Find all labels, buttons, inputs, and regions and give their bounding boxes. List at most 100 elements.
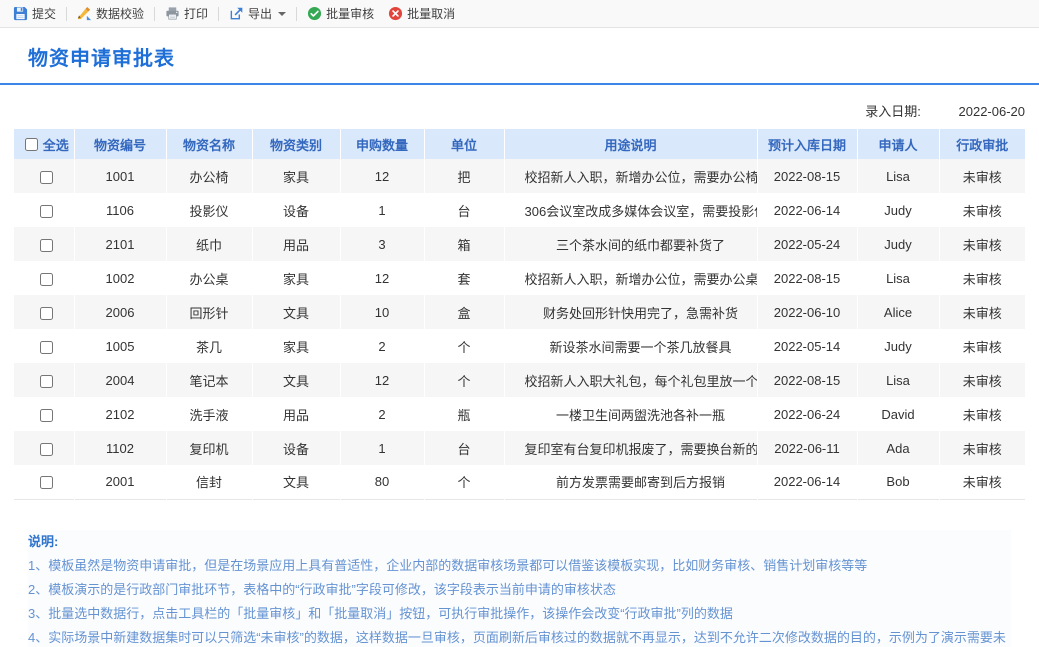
select-all-checkbox[interactable] <box>25 138 38 151</box>
header-status: 行政审批 <box>939 129 1025 159</box>
cell-applicant: Lisa <box>857 261 939 295</box>
cell-material-name: 回形针 <box>166 295 252 329</box>
cell-category: 文具 <box>252 363 340 397</box>
note-item: 2、模板演示的是行政部门审批环节，表格中的“行政审批”字段可修改，该字段表示当前… <box>28 578 1011 602</box>
cell-applicant: Judy <box>857 227 939 261</box>
cell-status[interactable]: 未审核 <box>939 363 1025 397</box>
row-checkbox[interactable] <box>40 171 53 184</box>
row-select-cell <box>14 431 74 465</box>
cell-category: 家具 <box>252 329 340 363</box>
cell-unit: 盒 <box>424 295 504 329</box>
cell-expected-date: 2022-06-24 <box>757 397 857 431</box>
print-button[interactable]: 打印 <box>158 2 215 25</box>
cell-status[interactable]: 未审核 <box>939 227 1025 261</box>
note-item: 3、批量选中数据行，点击工具栏的「批量审核」和「批量取消」按钮，可执行审批操作，… <box>28 602 1011 626</box>
cell-category: 用品 <box>252 397 340 431</box>
table-row: 1001 办公椅 家具 12 把 校招新人入职，新增办公位，需要办公椅 2022… <box>14 159 1025 193</box>
printer-icon <box>165 6 180 21</box>
check-circle-icon <box>307 6 322 21</box>
cell-qty: 12 <box>340 261 424 295</box>
validate-button[interactable]: 数据校验 <box>70 2 151 25</box>
cell-purpose: 复印室有台复印机报废了，需要换台新的 <box>504 431 757 465</box>
cell-unit: 台 <box>424 193 504 227</box>
cell-material-name: 信封 <box>166 465 252 499</box>
table-row: 1102 复印机 设备 1 台 复印室有台复印机报废了，需要换台新的 2022-… <box>14 431 1025 465</box>
cell-expected-date: 2022-06-14 <box>757 193 857 227</box>
entry-date-label: 录入日期: <box>865 104 921 119</box>
note-item: 4、实际场景中新建数据集时可以只筛选“未审核”的数据，这样数据一旦审核，页面刷新… <box>28 626 1011 647</box>
entry-date-row: 录入日期: 2022-06-20 <box>14 101 1025 119</box>
row-checkbox[interactable] <box>40 273 53 286</box>
validate-label: 数据校验 <box>96 5 144 22</box>
toolbar-separator <box>154 7 155 21</box>
content: 录入日期: 2022-06-20 全选 物资编号 物资名称 物资 <box>0 101 1039 647</box>
export-label: 导出 <box>248 5 272 22</box>
cell-unit: 台 <box>424 431 504 465</box>
cell-purpose: 306会议室改成多媒体会议室，需要投影仪 <box>504 193 757 227</box>
cell-unit: 个 <box>424 363 504 397</box>
cell-unit: 个 <box>424 329 504 363</box>
cell-material-id: 2006 <box>74 295 166 329</box>
cell-qty: 2 <box>340 329 424 363</box>
cell-category: 文具 <box>252 465 340 499</box>
row-checkbox[interactable] <box>40 443 53 456</box>
cell-expected-date: 2022-05-14 <box>757 329 857 363</box>
cell-qty: 12 <box>340 363 424 397</box>
row-checkbox[interactable] <box>40 375 53 388</box>
row-select-cell <box>14 193 74 227</box>
submit-button[interactable]: 提交 <box>6 2 63 25</box>
cell-expected-date: 2022-08-15 <box>757 159 857 193</box>
table-row: 1002 办公桌 家具 12 套 校招新人入职，新增办公位，需要办公桌 2022… <box>14 261 1025 295</box>
row-checkbox[interactable] <box>40 307 53 320</box>
table-row: 1106 投影仪 设备 1 台 306会议室改成多媒体会议室，需要投影仪 202… <box>14 193 1025 227</box>
header-purpose: 用途说明 <box>504 129 757 159</box>
batch-approve-button[interactable]: 批量审核 <box>300 2 381 25</box>
row-checkbox[interactable] <box>40 341 53 354</box>
cell-applicant: Lisa <box>857 159 939 193</box>
header-material-name: 物资名称 <box>166 129 252 159</box>
cell-status[interactable]: 未审核 <box>939 431 1025 465</box>
cell-status[interactable]: 未审核 <box>939 329 1025 363</box>
cell-purpose: 三个茶水间的纸巾都要补货了 <box>504 227 757 261</box>
cell-unit: 箱 <box>424 227 504 261</box>
cell-applicant: Alice <box>857 295 939 329</box>
cell-status[interactable]: 未审核 <box>939 295 1025 329</box>
header-qty: 申购数量 <box>340 129 424 159</box>
cell-status[interactable]: 未审核 <box>939 159 1025 193</box>
cell-material-name: 笔记本 <box>166 363 252 397</box>
cell-status[interactable]: 未审核 <box>939 397 1025 431</box>
cell-applicant: Judy <box>857 193 939 227</box>
cell-material-name: 纸巾 <box>166 227 252 261</box>
header-applicant: 申请人 <box>857 129 939 159</box>
cell-material-id: 2004 <box>74 363 166 397</box>
cell-status[interactable]: 未审核 <box>939 193 1025 227</box>
row-checkbox[interactable] <box>40 409 53 422</box>
cell-status[interactable]: 未审核 <box>939 465 1025 499</box>
table-header: 全选 物资编号 物资名称 物资类别 申购数量 单位 用途说明 预计入库日期 申请… <box>14 129 1025 159</box>
cell-category: 家具 <box>252 159 340 193</box>
batch-cancel-button[interactable]: 批量取消 <box>381 2 462 25</box>
submit-label: 提交 <box>32 5 56 22</box>
cell-category: 用品 <box>252 227 340 261</box>
cell-material-name: 洗手液 <box>166 397 252 431</box>
header-category: 物资类别 <box>252 129 340 159</box>
row-checkbox[interactable] <box>40 476 53 489</box>
toolbar-separator <box>218 7 219 21</box>
cell-qty: 10 <box>340 295 424 329</box>
header-select-all: 全选 <box>14 129 74 159</box>
cell-purpose: 新设茶水间需要一个茶几放餐具 <box>504 329 757 363</box>
row-checkbox[interactable] <box>40 205 53 218</box>
cell-material-id: 1002 <box>74 261 166 295</box>
table-row: 2006 回形针 文具 10 盒 财务处回形针快用完了，急需补货 2022-06… <box>14 295 1025 329</box>
row-checkbox[interactable] <box>40 239 53 252</box>
cell-expected-date: 2022-08-15 <box>757 261 857 295</box>
page-title: 物资申请审批表 <box>28 42 1039 71</box>
row-select-cell <box>14 159 74 193</box>
row-select-cell <box>14 261 74 295</box>
cell-status[interactable]: 未审核 <box>939 261 1025 295</box>
save-icon <box>13 6 28 21</box>
app-root: 提交 数据校验 打印 导出 <box>0 0 1039 647</box>
toolbar-separator <box>296 7 297 21</box>
export-button[interactable]: 导出 <box>222 2 293 25</box>
notes-label: 说明: <box>28 530 1011 554</box>
